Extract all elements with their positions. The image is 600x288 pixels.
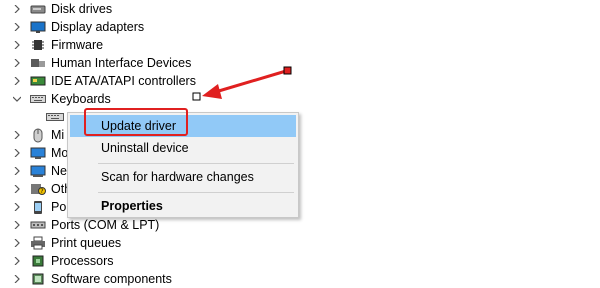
tree-item-label: Human Interface Devices (51, 56, 192, 70)
chevron-right-icon[interactable] (12, 256, 22, 266)
tree-item-print-queues[interactable]: Print queues (0, 234, 600, 252)
chevron-down-icon[interactable] (12, 94, 22, 104)
chevron-right-icon[interactable] (12, 58, 22, 68)
tree-item-ide-controllers[interactable]: IDE ATA/ATAPI controllers (0, 72, 600, 90)
portable-device-icon (30, 200, 46, 214)
scan-hardware-menu-item[interactable]: Scan for hardware changes (70, 166, 296, 188)
printer-icon (30, 236, 46, 250)
chevron-right-icon[interactable] (12, 40, 22, 50)
keyboard-icon (30, 92, 46, 106)
annotation-highlight-box (84, 108, 188, 136)
uninstall-device-menu-item[interactable]: Uninstall device (70, 137, 296, 159)
tree-item-label: Mo (51, 146, 69, 160)
keyboard-icon (46, 111, 64, 123)
properties-menu-item[interactable]: Properties (70, 195, 296, 217)
tree-item-keyboards[interactable]: Keyboards (0, 90, 600, 108)
tree-item-label: Ne (51, 164, 67, 178)
tree-item-human-interface-devices[interactable]: Human Interface Devices (0, 54, 600, 72)
hid-icon (30, 56, 46, 70)
tree-item-label: Firmware (51, 38, 104, 52)
chevron-right-icon[interactable] (12, 76, 22, 86)
tree-item-display-adapters[interactable]: Display adapters (0, 18, 600, 36)
chevron-right-icon[interactable] (12, 166, 22, 176)
tree-item-disk-drives[interactable]: Disk drives (0, 0, 600, 18)
tree-item-label: Print queues (51, 236, 122, 250)
disk-drive-icon (30, 2, 46, 16)
tree-item-label: Mi (51, 128, 65, 142)
monitor-icon (30, 146, 46, 160)
display-adapter-icon (30, 20, 46, 34)
chevron-right-icon[interactable] (12, 22, 22, 32)
chevron-right-icon[interactable] (12, 238, 22, 248)
tree-item-label: Disk drives (51, 2, 113, 16)
firmware-chip-icon (30, 38, 46, 52)
tree-item-label: Processors (51, 254, 114, 268)
chevron-right-icon[interactable] (12, 202, 22, 212)
port-icon (30, 218, 46, 232)
menu-separator (98, 163, 294, 164)
tree-item-label: Display adapters (51, 20, 145, 34)
svg-text:?: ? (40, 188, 43, 195)
chevron-right-icon[interactable] (12, 274, 22, 284)
menu-separator (98, 192, 294, 193)
tree-item-firmware[interactable]: Firmware (0, 36, 600, 54)
menu-item-label: Uninstall device (101, 141, 189, 155)
tree-item-label: IDE ATA/ATAPI controllers (51, 74, 196, 88)
mouse-icon (30, 128, 46, 142)
menu-item-label: Properties (101, 199, 163, 213)
chevron-right-icon[interactable] (12, 148, 22, 158)
other-device-icon: ? (30, 182, 46, 196)
ide-controller-icon (30, 74, 46, 88)
chevron-right-icon[interactable] (12, 130, 22, 140)
processor-icon (30, 254, 46, 268)
network-adapter-icon (30, 164, 46, 178)
chevron-right-icon[interactable] (12, 220, 22, 230)
menu-item-label: Scan for hardware changes (101, 170, 254, 184)
tree-item-processors[interactable]: Processors (0, 252, 600, 270)
tree-item-software-components[interactable]: Software components (0, 270, 600, 288)
tree-item-ports[interactable]: Ports (COM & LPT) (0, 216, 600, 234)
tree-item-label: Software components (51, 272, 172, 286)
tree-item-label: Keyboards (51, 92, 111, 106)
tree-item-label: Ports (COM & LPT) (51, 218, 160, 232)
chevron-right-icon[interactable] (12, 4, 22, 14)
software-component-icon (30, 272, 46, 286)
chevron-right-icon[interactable] (12, 184, 22, 194)
